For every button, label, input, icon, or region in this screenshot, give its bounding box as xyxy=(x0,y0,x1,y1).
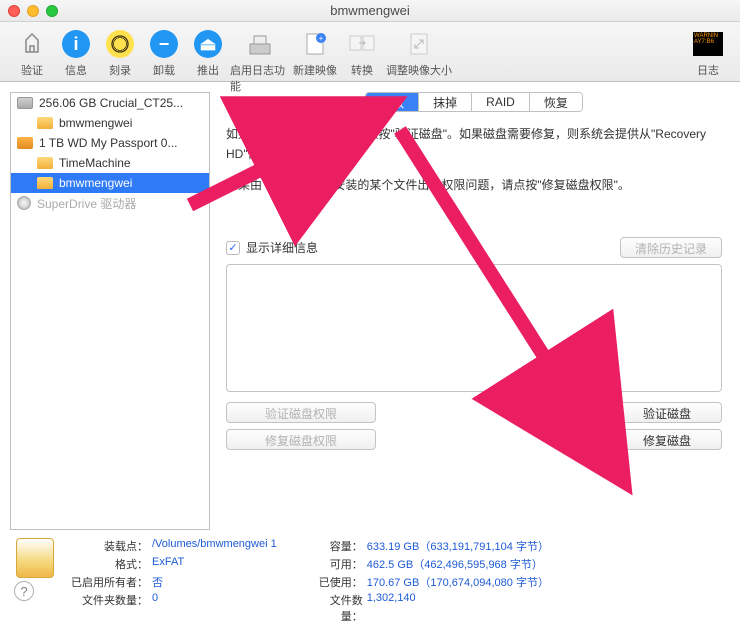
tab-erase[interactable]: 抹掉 xyxy=(419,93,472,111)
tab-first-aid[interactable]: 急救 xyxy=(366,93,419,111)
external-hdd-icon xyxy=(17,137,33,149)
detail-row: ✓ 显示详细信息 清除历史记录 xyxy=(218,237,730,258)
verify-permissions-button[interactable]: 验证磁盘权限 xyxy=(226,402,376,423)
content: 256.06 GB Crucial_CT25... bmwmengwei 1 T… xyxy=(0,82,740,530)
help-button[interactable]: ? xyxy=(14,581,34,601)
toolbar: 验证 i信息 刻录 −卸载 ⏏推出 启用日志功能 +新建映像 转换 调整映像大小… xyxy=(0,22,740,82)
volume-icon xyxy=(37,117,53,129)
toolbar-resize[interactable]: 调整映像大小 xyxy=(384,28,454,78)
optical-icon xyxy=(17,196,31,210)
main-pane: 急救 抹掉 RAID 恢复 如果"修复磁盘"不可用，请点按"验证磁盘"。如果磁盘… xyxy=(218,92,730,530)
clear-history-button[interactable]: 清除历史记录 xyxy=(620,237,722,258)
tab-restore[interactable]: 恢复 xyxy=(530,93,582,111)
volume-icon xyxy=(37,177,53,189)
toolbar-verify[interactable]: 验证 xyxy=(10,28,54,78)
repair-disk-button[interactable]: 修复磁盘 xyxy=(612,429,722,450)
titlebar: bmwmengwei xyxy=(0,0,740,22)
info-panel: 装载点：/Volumes/bmwmengwei 1 格式：ExFAT 已启用所有… xyxy=(0,530,740,632)
toolbar-info[interactable]: i信息 xyxy=(54,28,98,78)
sidebar-item-vol0[interactable]: bmwmengwei xyxy=(11,113,209,133)
checkbox-icon: ✓ xyxy=(226,241,240,255)
verify-disk-button[interactable]: 验证磁盘 xyxy=(612,402,722,423)
tab-bar: 急救 抹掉 RAID 恢复 xyxy=(218,92,730,112)
toolbar-log[interactable]: WARNINAY7:B6日志 xyxy=(686,28,730,78)
sidebar-item-disk0[interactable]: 256.06 GB Crucial_CT25... xyxy=(11,93,209,113)
sidebar-item-superdrive[interactable]: SuperDrive 驱动器 xyxy=(11,193,209,213)
sidebar-item-vol1[interactable]: TimeMachine xyxy=(11,153,209,173)
sidebar-item-disk1[interactable]: 1 TB WD My Passport 0... xyxy=(11,133,209,153)
toolbar-eject[interactable]: ⏏推出 xyxy=(186,28,230,78)
repair-permissions-button[interactable]: 修复磁盘权限 xyxy=(226,429,376,450)
sidebar: 256.06 GB Crucial_CT25... bmwmengwei 1 T… xyxy=(10,92,210,530)
sidebar-item-vol2[interactable]: bmwmengwei xyxy=(11,173,209,193)
toolbar-enable-journaling[interactable]: 启用日志功能 xyxy=(230,28,290,94)
volume-icon xyxy=(37,157,53,169)
description: 如果"修复磁盘"不可用，请点按"验证磁盘"。如果磁盘需要修复，则系统会提供从"R… xyxy=(218,124,730,209)
drive-image-icon xyxy=(16,538,54,578)
window-title: bmwmengwei xyxy=(0,3,740,18)
svg-text:+: + xyxy=(319,34,324,43)
toolbar-convert[interactable]: 转换 xyxy=(340,28,384,78)
hdd-icon xyxy=(17,97,33,109)
toolbar-burn[interactable]: 刻录 xyxy=(98,28,142,78)
tab-raid[interactable]: RAID xyxy=(472,93,530,111)
toolbar-unmount[interactable]: −卸载 xyxy=(142,28,186,78)
log-output xyxy=(226,264,722,392)
toolbar-new-image[interactable]: +新建映像 xyxy=(290,28,340,78)
show-details-checkbox[interactable]: ✓ 显示详细信息 xyxy=(226,239,318,256)
